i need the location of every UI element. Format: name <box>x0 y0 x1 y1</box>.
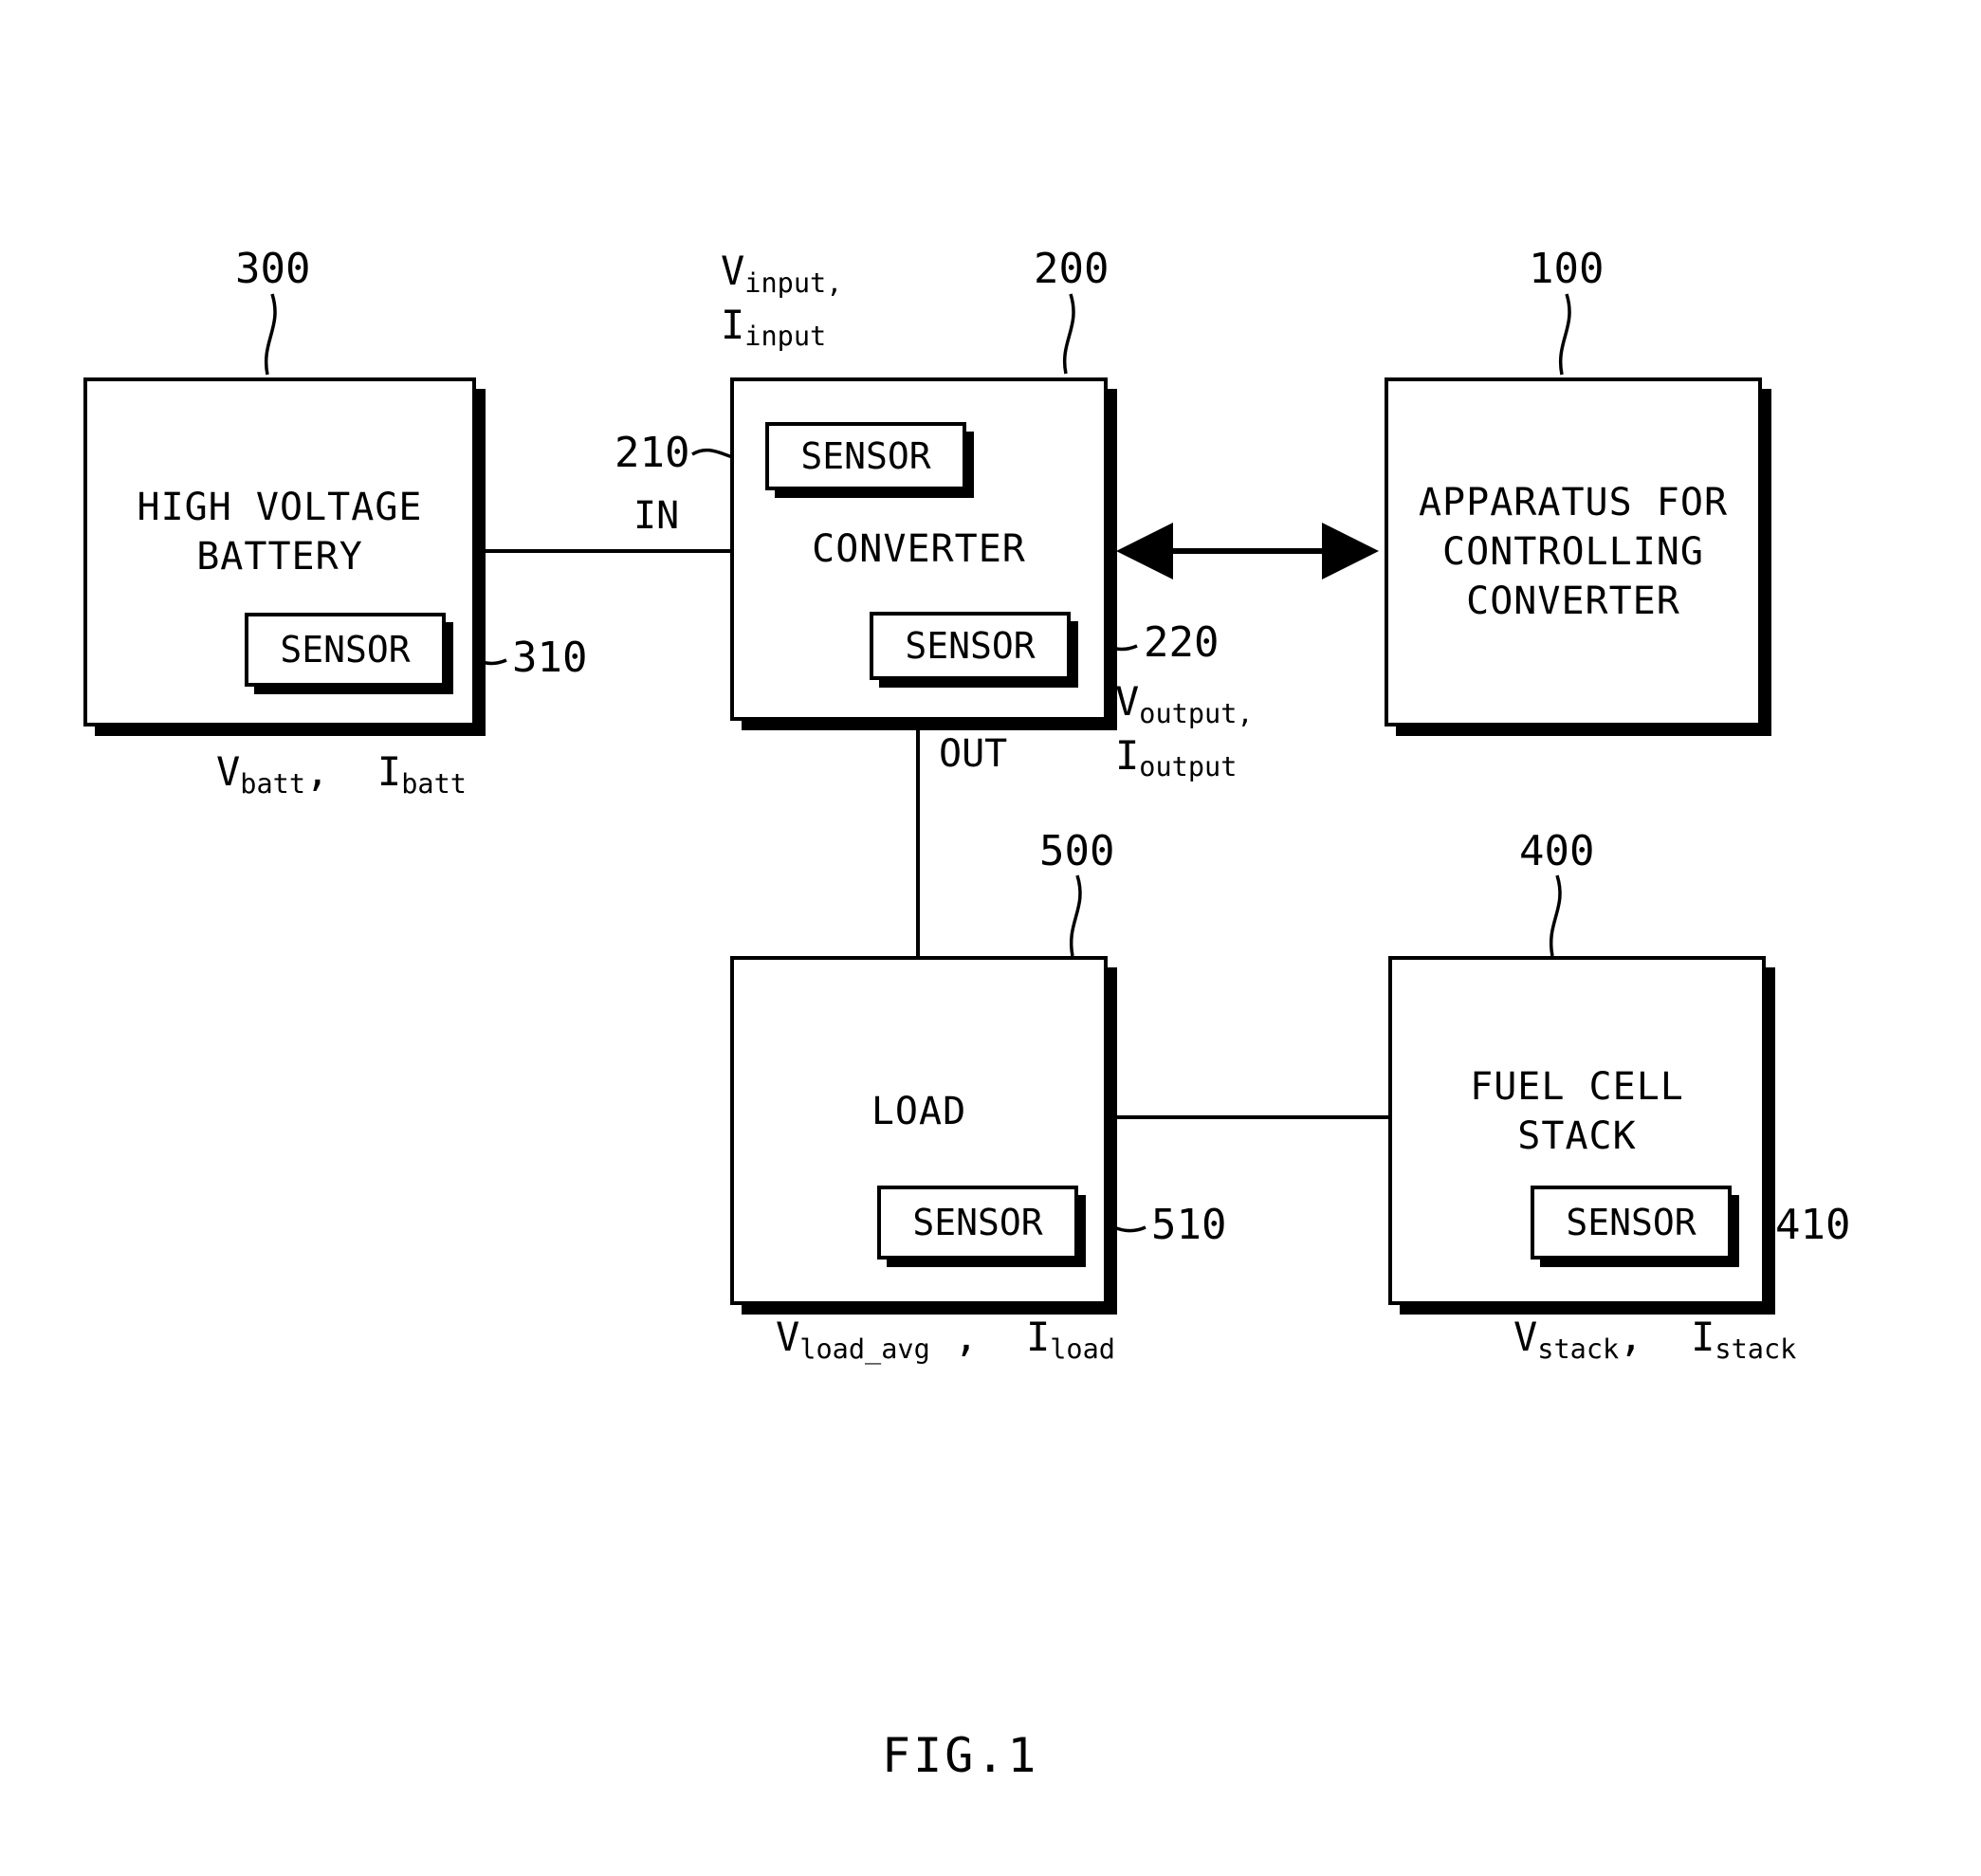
battery-to-converter-line <box>476 549 734 553</box>
patent-figure-canvas: HIGH VOLTAGE BATTERY SENSOR 300 310 Vbat… <box>0 0 1981 1876</box>
v-stack-subscript: stack <box>1537 1332 1620 1365</box>
battery-measurement-label: Vbatt, Ibatt <box>216 748 467 800</box>
battery-sensor-box[interactable]: SENSOR <box>245 613 446 687</box>
i-batt-subscript: batt <box>401 766 467 800</box>
converter-input-sensor-label: SENSOR <box>800 435 931 477</box>
leader-line-400 <box>1550 874 1562 957</box>
v-batt-symbol: V <box>216 748 241 795</box>
load-label: LOAD <box>871 1090 967 1133</box>
refnum-300: 300 <box>235 245 311 293</box>
high-voltage-battery-label: HIGH VOLTAGE BATTERY <box>137 486 423 579</box>
converter-label: CONVERTER <box>812 527 1026 571</box>
refnum-220: 220 <box>1144 618 1220 667</box>
i-input-symbol: I <box>721 301 745 348</box>
v-output-subscript: output, <box>1139 696 1254 729</box>
load-to-stack-line <box>1108 1115 1388 1119</box>
load-measurement-label: Vload_avg , Iload <box>776 1314 1115 1365</box>
refnum-210: 210 <box>614 429 690 477</box>
converter-in-port-label: IN <box>633 494 680 538</box>
leader-line-100 <box>1558 293 1571 376</box>
v-input-symbol: V <box>721 248 745 294</box>
converter-input-measurement-label: Vinput, Iinput <box>721 245 842 352</box>
converter-output-sensor-box[interactable]: SENSOR <box>870 612 1071 680</box>
i-batt-symbol: I <box>376 748 402 795</box>
stack-sensor-box[interactable]: SENSOR <box>1531 1186 1732 1260</box>
refnum-310: 310 <box>512 634 588 682</box>
leader-line-300 <box>264 293 277 376</box>
figure-caption: FIG.1 <box>882 1728 1039 1783</box>
stack-sensor-label: SENSOR <box>1566 1202 1697 1243</box>
refnum-200: 200 <box>1034 245 1110 293</box>
v-batt-subscript: batt <box>240 766 306 800</box>
converter-output-sensor-label: SENSOR <box>905 625 1036 667</box>
v-load-subscript: load_avg <box>799 1332 930 1365</box>
i-load-symbol: I <box>1025 1314 1051 1360</box>
v-stack-symbol: V <box>1513 1314 1538 1360</box>
fuel-cell-stack-label: FUEL CELL STACK <box>1470 1065 1684 1158</box>
i-stack-subscript: stack <box>1715 1332 1797 1365</box>
converter-input-sensor-box[interactable]: SENSOR <box>765 422 966 490</box>
battery-sensor-label: SENSOR <box>280 629 411 671</box>
refnum-100: 100 <box>1529 245 1605 293</box>
converter-out-to-load-line <box>916 721 920 958</box>
i-stack-symbol: I <box>1691 1314 1715 1360</box>
apparatus-label: APPARATUS FOR CONTROLLING CONVERTER <box>1418 481 1729 623</box>
load-sensor-box[interactable]: SENSOR <box>877 1186 1078 1260</box>
converter-out-port-label: OUT <box>939 732 1008 776</box>
v-load-symbol: V <box>776 1314 800 1360</box>
stack-measurement-label: Vstack, Istack <box>1513 1314 1797 1365</box>
refnum-510: 510 <box>1151 1201 1227 1249</box>
i-load-subscript: load <box>1050 1332 1115 1365</box>
i-output-symbol: I <box>1115 731 1140 779</box>
leader-line-500 <box>1070 874 1082 957</box>
load-sensor-label: SENSOR <box>912 1202 1043 1243</box>
refnum-400: 400 <box>1519 827 1595 875</box>
converter-output-measurement-label: Voutput, Ioutput <box>1115 675 1254 782</box>
refnum-410: 410 <box>1775 1201 1851 1249</box>
i-input-subscript: input <box>744 320 827 353</box>
v-output-symbol: V <box>1115 678 1140 725</box>
i-output-subscript: output <box>1139 750 1238 783</box>
apparatus-for-controlling-converter-block[interactable]: APPARATUS FOR CONTROLLING CONVERTER <box>1385 377 1762 726</box>
leader-line-200 <box>1062 293 1075 375</box>
refnum-500: 500 <box>1039 827 1115 875</box>
v-input-subscript: input, <box>744 266 843 299</box>
